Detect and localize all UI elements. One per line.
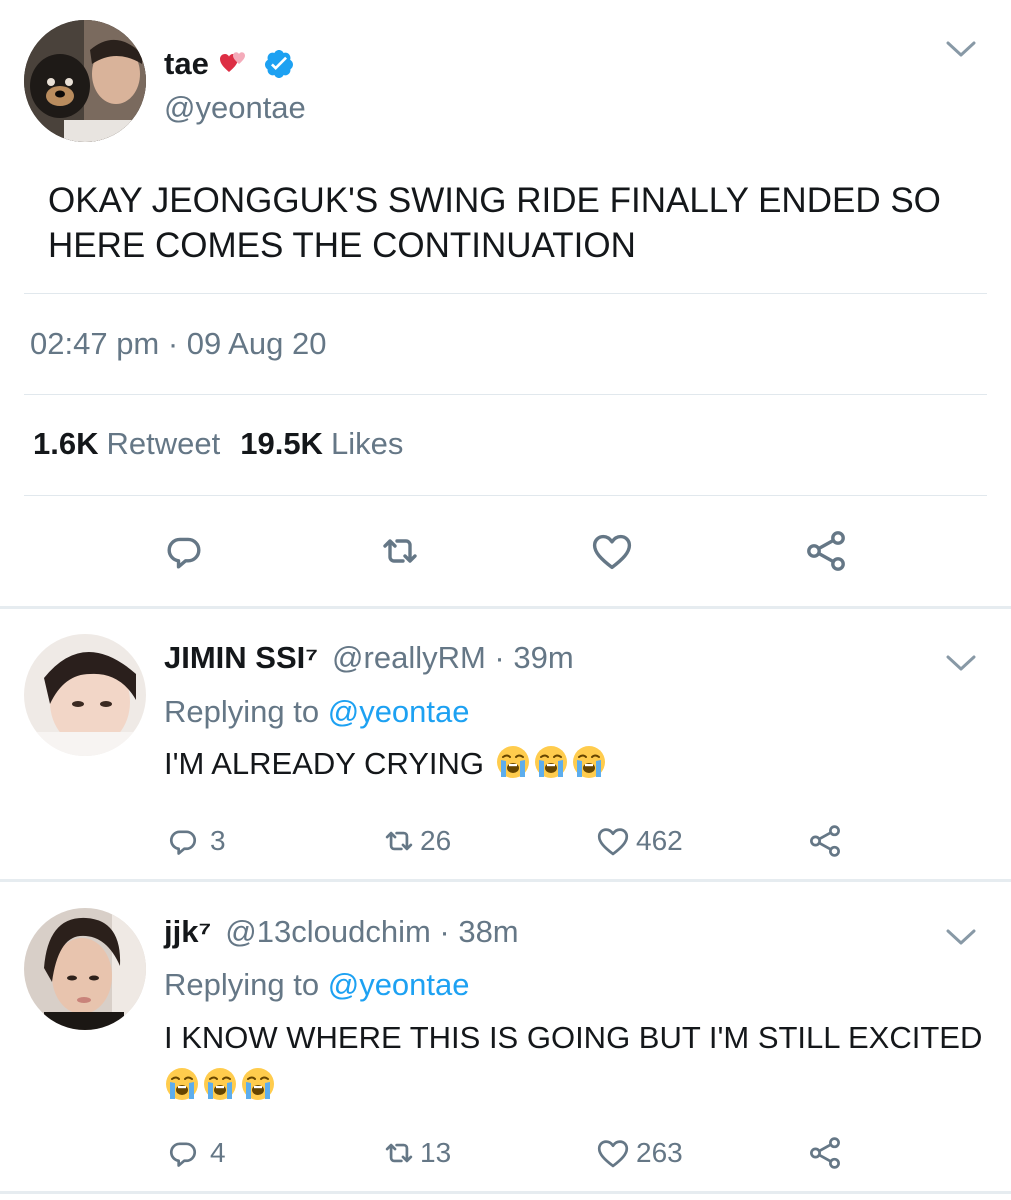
reply-text-content: I'M ALREADY CRYING xyxy=(164,746,485,781)
reply-count: 4 xyxy=(210,1137,226,1168)
avatar-photo xyxy=(24,20,146,142)
chevron-down-icon[interactable] xyxy=(946,928,976,946)
reply-text: I KNOW WHERE THIS IS GOING BUT I'M STILL… xyxy=(164,1014,994,1110)
timestamp[interactable]: 02:47 pm · 09 Aug 20 xyxy=(30,326,326,362)
handle-and-time[interactable]: @reallyRM · 39m xyxy=(332,640,574,676)
divider xyxy=(24,293,987,294)
retweet-icon[interactable] xyxy=(376,527,424,575)
like-action[interactable]: 263 xyxy=(594,1134,683,1172)
reply-action[interactable]: 4 xyxy=(164,1134,226,1172)
loudly-crying-face-icon xyxy=(240,1066,276,1102)
likes-stat[interactable]: 19.5K Likes xyxy=(240,426,403,462)
loudly-crying-face-icon xyxy=(202,1066,238,1102)
reply-text-content: I KNOW WHERE THIS IS GOING BUT I'M STILL… xyxy=(164,1020,983,1055)
retweet-count: 13 xyxy=(420,1137,452,1168)
avatar-photo xyxy=(24,634,146,756)
retweets-label: Retweet xyxy=(106,426,221,461)
mention-link[interactable]: @yeontae xyxy=(328,967,470,1002)
retweet-icon xyxy=(380,1134,418,1172)
reply-action[interactable]: 3 xyxy=(164,822,226,860)
avatar[interactable] xyxy=(24,20,146,142)
divider xyxy=(24,394,987,395)
share-action[interactable] xyxy=(806,822,844,860)
display-name[interactable]: JIMIN SSI⁷ xyxy=(164,640,318,676)
loudly-crying-face-icon xyxy=(533,744,569,780)
retweets-stat[interactable]: 1.6K Retweet xyxy=(33,426,220,462)
name-row: tae xyxy=(164,44,295,84)
tweet-thread: tae @yeontae OKAY JEONGGUK'S SWING RIDE … xyxy=(0,0,1011,1200)
like-count: 462 xyxy=(636,825,683,856)
replying-to: Replying to @yeontae xyxy=(164,967,470,1003)
reply-icon xyxy=(164,822,202,860)
divider xyxy=(0,606,1011,609)
divider xyxy=(24,495,987,496)
share-action[interactable] xyxy=(806,1134,844,1172)
like-count: 263 xyxy=(636,1137,683,1168)
display-name[interactable]: jjk⁷ xyxy=(164,914,211,950)
divider xyxy=(0,1191,1011,1194)
divider xyxy=(0,879,1011,882)
avatar-photo xyxy=(24,908,146,1030)
replying-to: Replying to @yeontae xyxy=(164,694,470,730)
retweet-icon xyxy=(380,822,418,860)
reply-icon xyxy=(164,1134,202,1172)
chevron-down-icon[interactable] xyxy=(946,654,976,672)
reply-count: 3 xyxy=(210,825,226,856)
heart-emoji-icon xyxy=(219,48,249,81)
share-icon xyxy=(806,1134,844,1172)
like-icon[interactable] xyxy=(588,527,636,575)
retweets-count: 1.6K xyxy=(33,426,99,461)
main-tweet-header: tae @yeontae xyxy=(24,20,994,144)
likes-label: Likes xyxy=(330,426,404,461)
reply-name-row: jjk⁷ @13cloudchim · 38m xyxy=(164,914,519,950)
loudly-crying-face-icon xyxy=(495,744,531,780)
replying-prefix: Replying to xyxy=(164,967,320,1002)
share-icon[interactable] xyxy=(802,527,850,575)
mention-link[interactable]: @yeontae xyxy=(328,694,470,729)
replying-prefix: Replying to xyxy=(164,694,320,729)
verified-badge-icon xyxy=(264,50,293,78)
handle[interactable]: @yeontae xyxy=(164,90,306,126)
likes-count: 19.5K xyxy=(240,426,323,461)
retweet-count: 26 xyxy=(420,825,452,856)
avatar[interactable] xyxy=(24,908,146,1030)
retweet-action[interactable]: 13 xyxy=(380,1134,451,1172)
reply-name-row: JIMIN SSI⁷ @reallyRM · 39m xyxy=(164,640,574,676)
display-name[interactable]: tae xyxy=(164,46,209,82)
like-icon xyxy=(594,822,632,860)
like-action[interactable]: 462 xyxy=(594,822,683,860)
tweet-text: OKAY JEONGGUK'S SWING RIDE FINALLY ENDED… xyxy=(48,181,941,265)
handle-and-time[interactable]: @13cloudchim · 38m xyxy=(225,914,518,950)
chevron-down-icon[interactable] xyxy=(946,40,976,58)
reply-text: I'M ALREADY CRYING xyxy=(164,740,994,788)
loudly-crying-face-icon xyxy=(164,1066,200,1102)
avatar[interactable] xyxy=(24,634,146,756)
loudly-crying-face-icon xyxy=(571,744,607,780)
reply-icon[interactable] xyxy=(160,527,208,575)
retweet-action[interactable]: 26 xyxy=(380,822,451,860)
like-icon xyxy=(594,1134,632,1172)
engagement-stats: 1.6K Retweet 19.5K Likes xyxy=(33,426,403,462)
share-icon xyxy=(806,822,844,860)
